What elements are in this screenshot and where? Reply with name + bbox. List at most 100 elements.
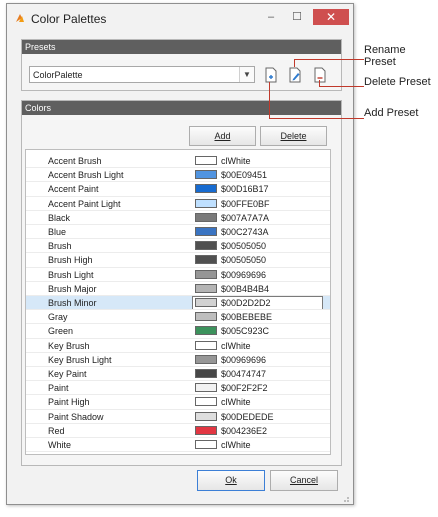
color-row[interactable]: Key Brush Light $00969696 <box>26 353 330 367</box>
presets-header: Presets <box>22 40 341 54</box>
color-value: $002EA3F4 <box>221 454 269 455</box>
colors-grid[interactable]: Accent Brush clWhite Accent Brush Light $00… <box>25 149 331 455</box>
color-name: Green <box>48 326 74 337</box>
color-swatch[interactable] <box>195 326 217 336</box>
color-row[interactable]: Paint Shadow $00DEDEDE <box>26 410 330 424</box>
rename-preset-callout: Rename Preset <box>364 44 406 68</box>
color-name: Accent Paint Light <box>48 198 121 209</box>
app-icon <box>16 14 24 22</box>
color-name: Paint Shadow <box>48 411 104 422</box>
color-row[interactable]: Brush High $00505050 <box>26 253 330 267</box>
color-name: Brush Minor <box>48 298 97 308</box>
add-callout-line <box>269 82 270 119</box>
color-swatch[interactable] <box>195 397 217 407</box>
rename-callout-line <box>294 59 295 67</box>
color-swatch[interactable] <box>195 298 217 307</box>
color-swatch[interactable] <box>195 354 217 364</box>
delete-preset-callout: Delete Preset <box>364 76 431 88</box>
add-callout-line <box>269 118 364 119</box>
color-value: $00FFE0BF <box>221 198 270 209</box>
color-name: Brush Light <box>48 269 94 280</box>
color-value: $00474747 <box>221 369 267 379</box>
color-swatch[interactable] <box>195 454 217 455</box>
color-row[interactable]: Brush Minor $00D2D2D2 <box>26 296 330 310</box>
color-swatch[interactable] <box>195 184 217 194</box>
color-row[interactable]: Key Paint $00474747 <box>26 367 330 381</box>
color-swatch[interactable] <box>195 440 217 449</box>
maximize-button[interactable]: ☐ <box>289 10 305 24</box>
color-swatch[interactable] <box>195 425 217 435</box>
color-row[interactable]: Red $004236E2 <box>26 424 330 438</box>
color-value: $00E09451 <box>221 170 268 181</box>
color-swatch[interactable] <box>195 411 217 421</box>
color-value: $00505050 <box>221 241 267 252</box>
color-name: Accent Brush <box>48 156 102 166</box>
color-name: Brush High <box>48 255 93 266</box>
cancel-button[interactable]: Cancel <box>270 470 338 491</box>
title-bar[interactable]: Color Palettes – ☐ ✕ <box>7 4 353 32</box>
color-row[interactable]: Gray $00BEBEBE <box>26 310 330 324</box>
color-swatch[interactable] <box>195 383 217 393</box>
color-swatch[interactable] <box>195 283 217 293</box>
colors-header: Colors <box>22 101 341 115</box>
ok-button-label: Ok <box>225 475 237 485</box>
color-row[interactable]: Blue $00C2743A <box>26 225 330 239</box>
ok-button[interactable]: Ok <box>197 470 265 491</box>
color-row[interactable]: Brush Light $00969696 <box>26 268 330 282</box>
color-value: $00505050 <box>221 255 267 266</box>
delete-button-label: Delete <box>280 131 307 141</box>
color-swatch[interactable] <box>195 227 217 236</box>
color-swatch[interactable] <box>195 198 217 208</box>
color-value: $00DEDEDE <box>221 411 274 422</box>
color-row[interactable]: Accent Brush clWhite <box>26 154 330 168</box>
rename-preset-icon[interactable] <box>287 67 303 83</box>
color-row[interactable]: Paint High clWhite <box>26 395 330 409</box>
preset-combobox[interactable]: ColorPalette ▼ <box>29 66 255 83</box>
delete-button[interactable]: Delete <box>260 126 327 146</box>
color-name: Yellow <box>48 454 74 455</box>
add-button[interactable]: Add <box>189 126 256 146</box>
resize-grip-icon[interactable] <box>341 494 350 503</box>
color-row[interactable]: Black $007A7A7A <box>26 211 330 225</box>
color-name: Key Paint <box>48 369 87 379</box>
color-swatch[interactable] <box>195 340 217 350</box>
color-name: Gray <box>48 312 68 323</box>
color-row[interactable]: White clWhite <box>26 438 330 452</box>
color-value: $00B4B4B4 <box>221 283 270 294</box>
color-palettes-dialog: Color Palettes – ☐ ✕ Presets ColorPalett… <box>6 3 354 505</box>
color-swatch[interactable] <box>195 170 217 180</box>
color-value: $00F2F2F2 <box>221 383 268 394</box>
color-swatch[interactable] <box>195 255 217 265</box>
color-swatch[interactable] <box>195 212 217 222</box>
delete-preset-icon[interactable] <box>312 67 328 83</box>
color-swatch[interactable] <box>195 156 217 165</box>
color-row[interactable]: Paint $00F2F2F2 <box>26 381 330 395</box>
color-value: $007A7A7A <box>221 212 270 223</box>
color-name: Brush <box>48 241 72 252</box>
color-swatch[interactable] <box>195 269 217 279</box>
color-swatch[interactable] <box>195 369 217 378</box>
color-value: $004236E2 <box>221 425 268 436</box>
add-button-label: Add <box>214 131 231 141</box>
rename-callout-line <box>294 59 364 60</box>
color-swatch[interactable] <box>195 312 217 322</box>
color-name: Paint High <box>48 397 90 408</box>
color-value: $00C2743A <box>221 227 269 237</box>
color-row[interactable]: Accent Paint $00D16B17 <box>26 182 330 196</box>
color-swatch[interactable] <box>195 241 217 251</box>
color-row[interactable]: Accent Paint Light $00FFE0BF <box>26 197 330 211</box>
minimize-button[interactable]: – <box>263 10 279 24</box>
close-button[interactable]: ✕ <box>313 9 349 25</box>
color-row[interactable]: Brush $00505050 <box>26 239 330 253</box>
color-row[interactable]: Brush Major $00B4B4B4 <box>26 282 330 296</box>
color-row[interactable]: Green $005C923C <box>26 324 330 338</box>
chevron-down-icon[interactable]: ▼ <box>239 67 254 82</box>
color-row[interactable]: Key Brush clWhite <box>26 339 330 353</box>
color-row[interactable]: Yellow $002EA3F4 <box>26 452 330 455</box>
color-value: $00D2D2D2 <box>221 298 271 308</box>
color-name: Key Brush Light <box>48 354 112 365</box>
color-value: $005C923C <box>221 326 270 337</box>
cancel-button-label: Cancel <box>289 475 318 485</box>
add-preset-icon[interactable] <box>263 67 279 83</box>
color-row[interactable]: Accent Brush Light $00E09451 <box>26 168 330 182</box>
